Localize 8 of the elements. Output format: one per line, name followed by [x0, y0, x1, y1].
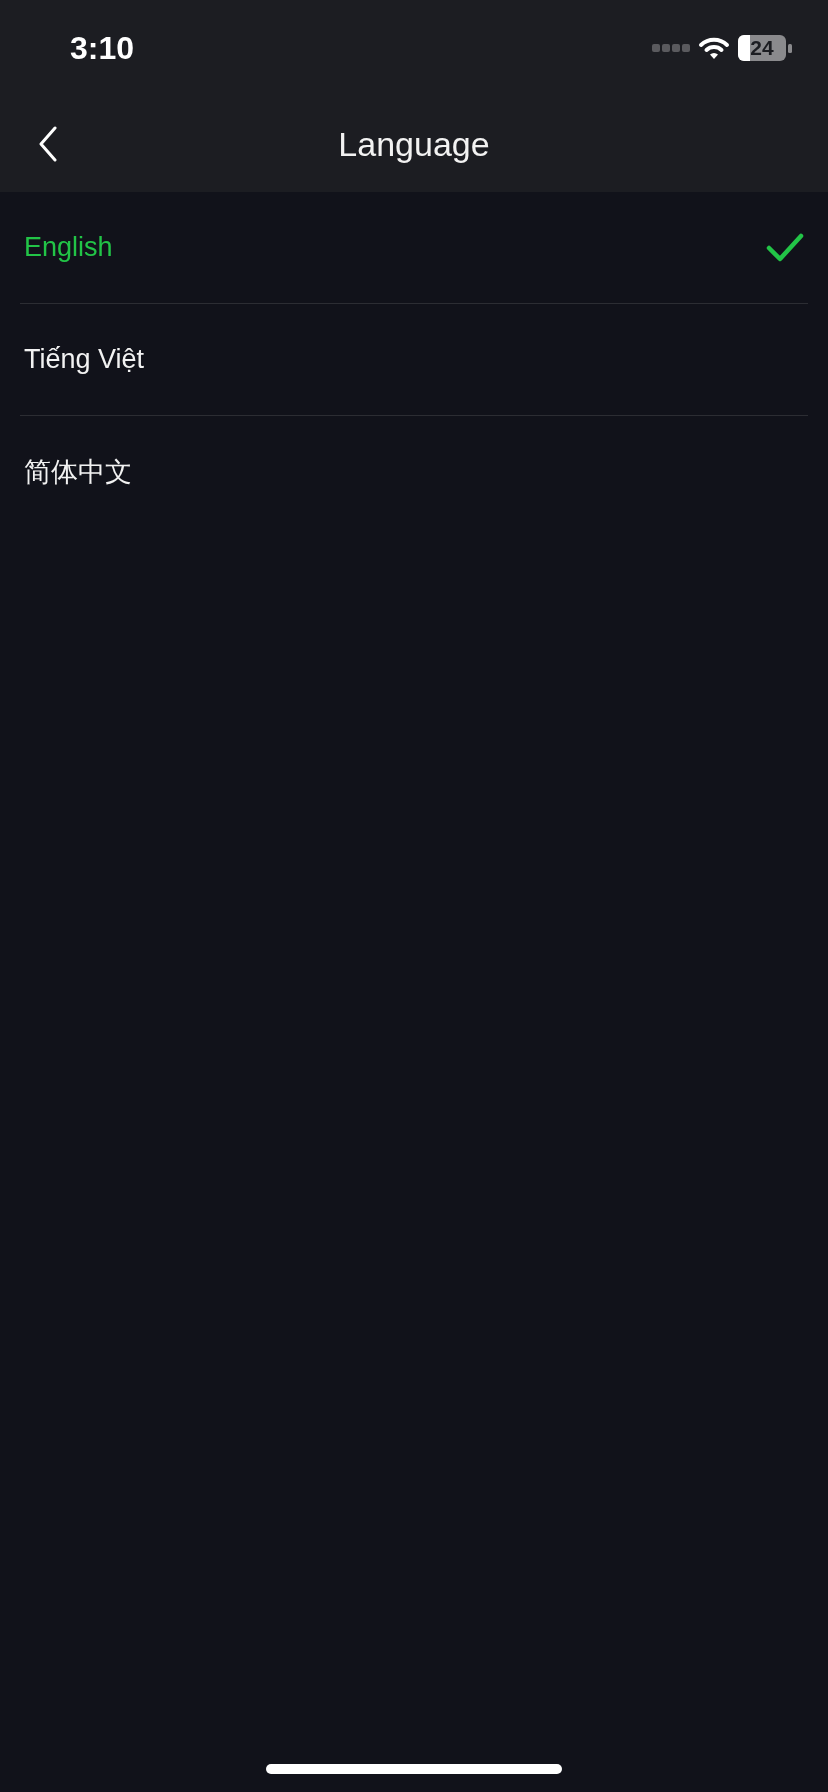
language-option[interactable]: 简体中文	[24, 451, 132, 493]
back-button[interactable]	[38, 126, 58, 162]
wifi-icon	[698, 36, 730, 60]
page-title: Language	[338, 123, 490, 165]
status-time: 3:10	[70, 29, 135, 68]
signal-icon	[652, 43, 690, 53]
language-option[interactable]: Tiếng Việt	[24, 339, 145, 380]
language-option[interactable]: English	[24, 227, 113, 268]
